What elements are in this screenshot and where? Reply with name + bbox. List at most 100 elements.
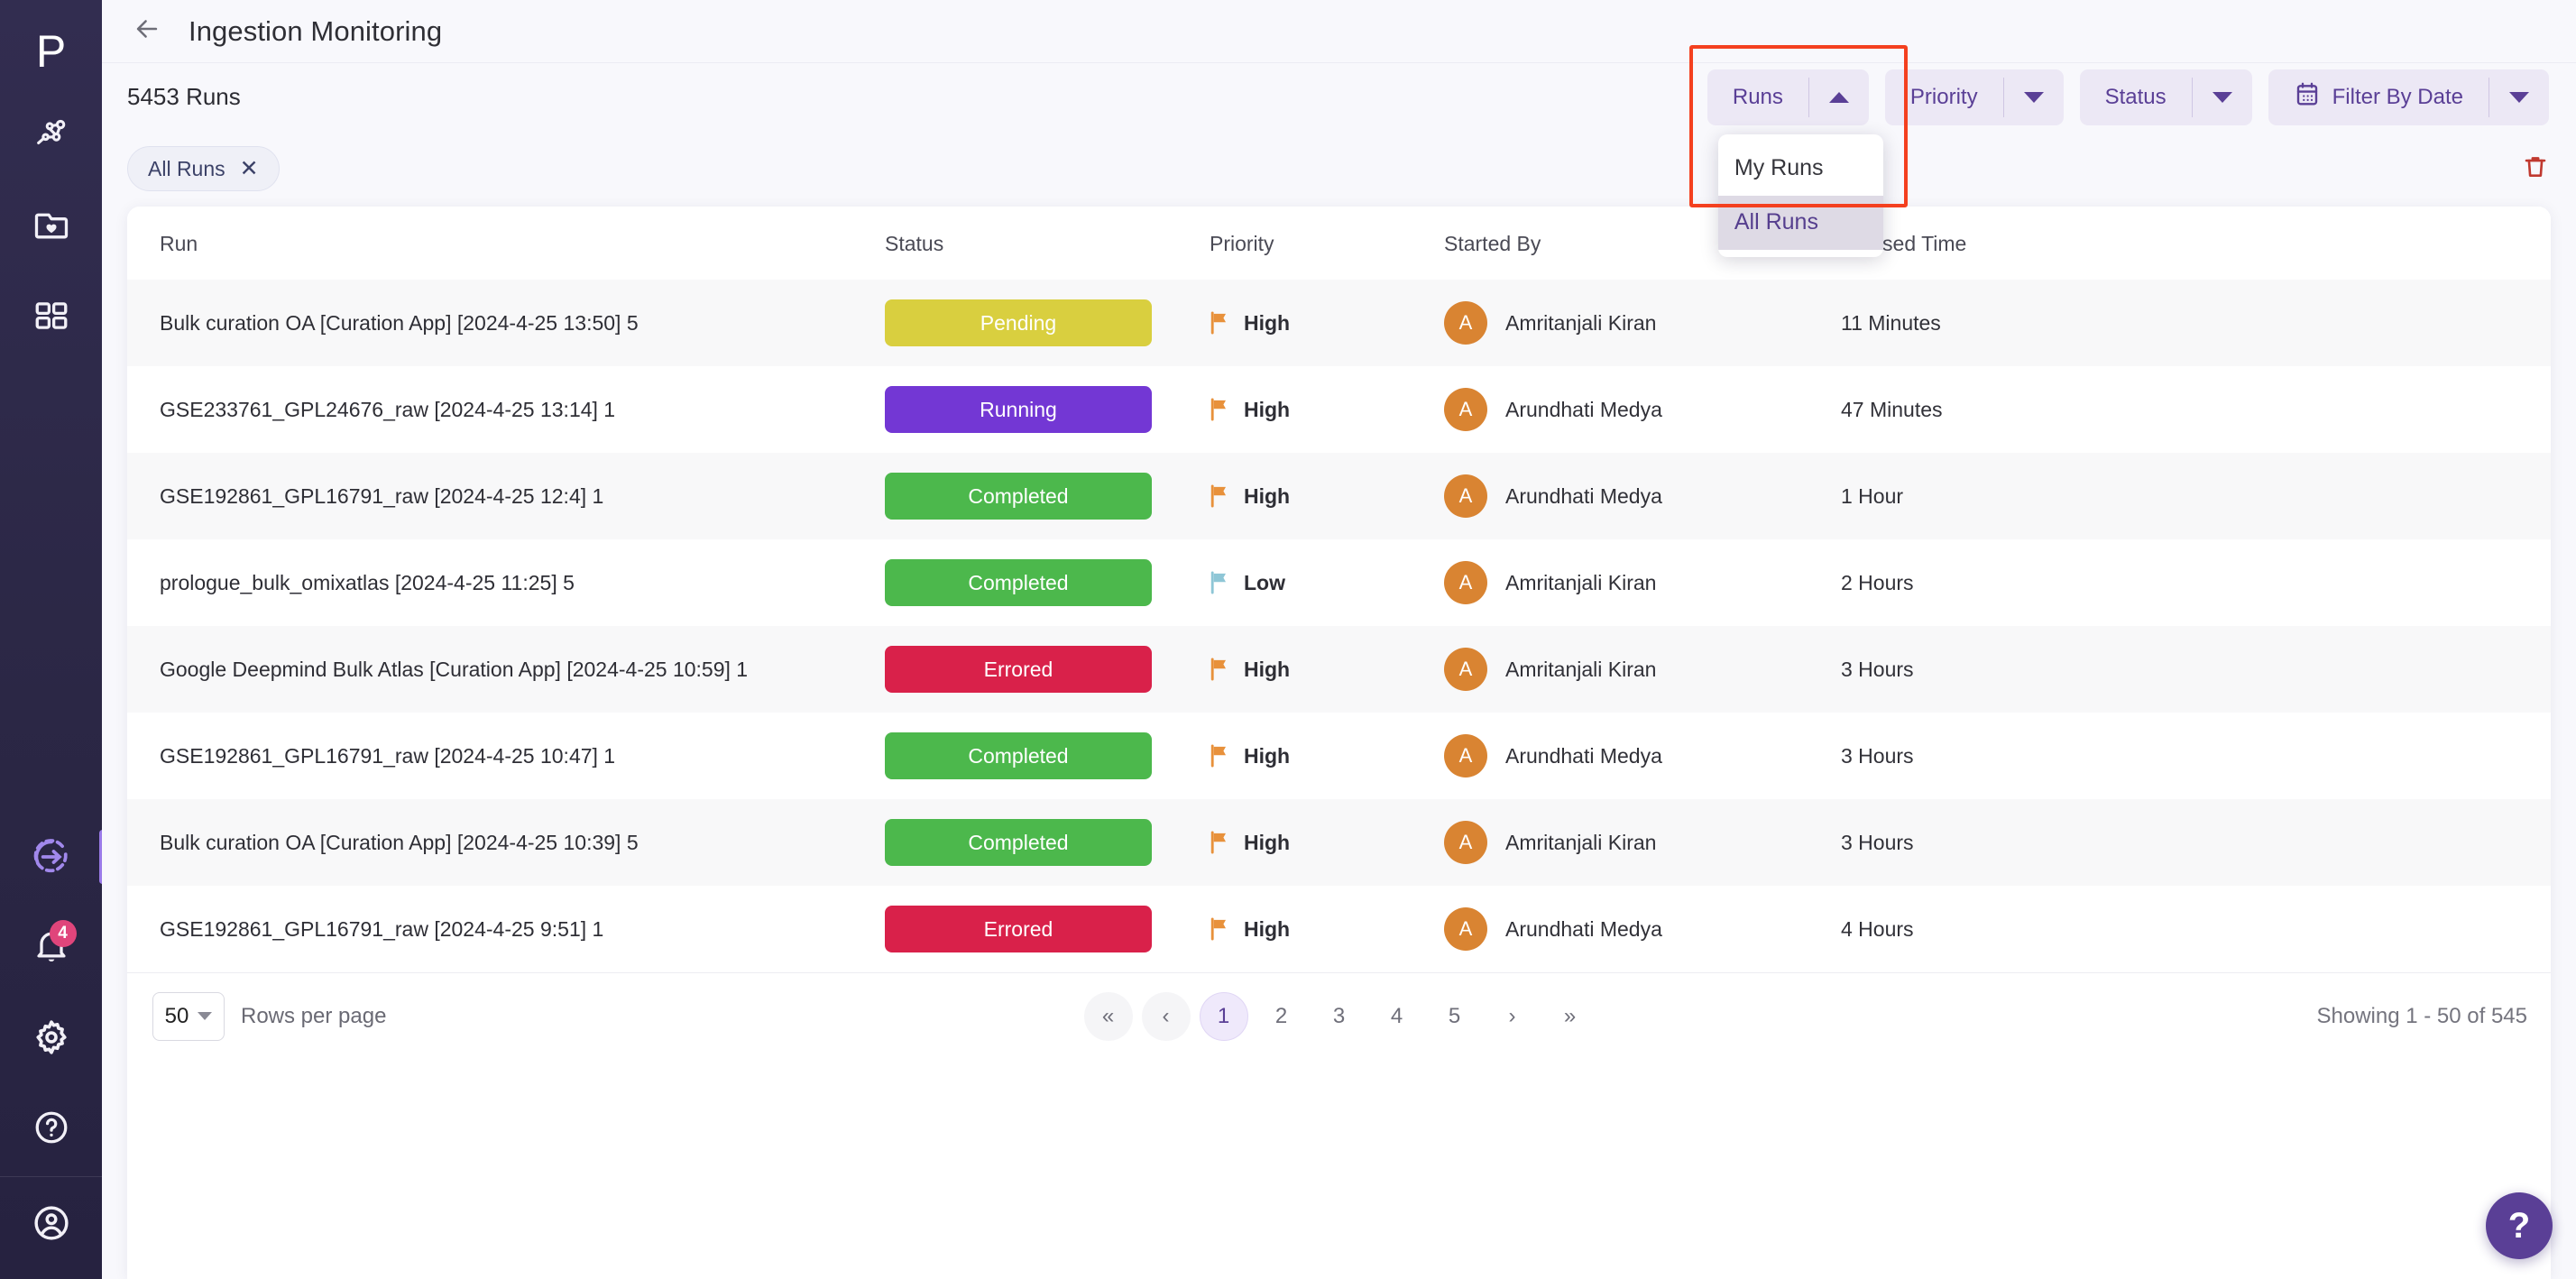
pagination-page-5[interactable]: 5 xyxy=(1431,992,1479,1041)
close-icon[interactable]: ✕ xyxy=(240,157,259,180)
date-filter-dropdown[interactable]: Filter By Date xyxy=(2268,69,2549,125)
cell-run[interactable]: GSE192861_GPL16791_raw [2024-4-25 10:47]… xyxy=(127,713,885,799)
pagination-prev-button[interactable]: ‹ xyxy=(1141,991,1191,1041)
started-by-value: A Amritanjali Kiran xyxy=(1444,301,1841,345)
cell-status: Pending xyxy=(885,280,1210,366)
cell-run[interactable]: GSE233761_GPL24676_raw [2024-4-25 13:14]… xyxy=(127,366,885,453)
pagination-page-3[interactable]: 3 xyxy=(1315,992,1364,1041)
priority-value: High xyxy=(1210,831,1444,855)
trash-icon xyxy=(2522,152,2549,186)
priority-label: Low xyxy=(1244,570,1285,594)
started-by-value: A Arundhati Medya xyxy=(1444,734,1841,778)
status-badge: Pending xyxy=(885,299,1152,346)
sidebar-item-account[interactable] xyxy=(0,1177,102,1279)
priority-label: High xyxy=(1244,830,1291,854)
priority-filter-label: Priority xyxy=(1909,84,1978,109)
column-header-elapsed-time[interactable]: Elapsed Time xyxy=(1841,207,2551,280)
status-filter-dropdown[interactable]: Status xyxy=(2079,69,2252,125)
priority-filter-caret[interactable] xyxy=(2004,69,2064,125)
menu-item-my-runs[interactable]: My Runs xyxy=(1718,142,1883,196)
runs-dropdown-menu: My Runs All Runs xyxy=(1717,133,1883,257)
table-row[interactable]: Bulk curation OA [Curation App] [2024-4-… xyxy=(127,280,2551,366)
cell-run[interactable]: GSE192861_GPL16791_raw [2024-4-25 12:4] … xyxy=(127,453,885,539)
sidebar-item-runs[interactable] xyxy=(26,830,106,884)
sidebar-item-apps[interactable] xyxy=(26,290,77,341)
column-header-status[interactable]: Status xyxy=(885,207,1210,280)
menu-item-all-runs[interactable]: All Runs xyxy=(1717,195,1883,250)
grid-apps-icon xyxy=(32,297,70,335)
table-body: Bulk curation OA [Curation App] [2024-4-… xyxy=(127,280,2551,972)
date-filter-label: Filter By Date xyxy=(2332,84,2463,109)
table-row[interactable]: Google Deepmind Bulk Atlas [Curation App… xyxy=(127,626,2551,713)
clear-filters-button[interactable] xyxy=(2522,152,2549,186)
table-row[interactable]: GSE192861_GPL16791_raw [2024-4-25 10:47]… xyxy=(127,713,2551,799)
table-row[interactable]: GSE233761_GPL24676_raw [2024-4-25 13:14]… xyxy=(127,366,2551,453)
cell-elapsed-time: 3 Hours xyxy=(1841,657,1914,681)
table-row[interactable]: Bulk curation OA [Curation App] [2024-4-… xyxy=(127,799,2551,886)
cell-started-by: A Amritanjali Kiran xyxy=(1444,626,1841,713)
pagination-last-button[interactable]: » xyxy=(1546,992,1595,1041)
cell-priority: High xyxy=(1210,886,1444,972)
cell-run[interactable]: Bulk curation OA [Curation App] [2024-4-… xyxy=(127,280,885,366)
runs-count-label: 5453 Runs xyxy=(127,83,241,110)
status-badge: Completed xyxy=(885,732,1152,779)
priority-filter-dropdown[interactable]: Priority xyxy=(1884,69,2064,125)
sidebar-item-network[interactable] xyxy=(26,110,77,161)
avatar: A xyxy=(1444,474,1487,518)
avatar: A xyxy=(1444,301,1487,345)
cell-elapsed-time: 4 Hours xyxy=(1841,916,1914,941)
cell-elapsed-time: 47 Minutes xyxy=(1841,397,1943,421)
cell-status: Completed xyxy=(885,713,1210,799)
chevron-up-icon xyxy=(1828,91,1849,103)
pagination-first-button[interactable]: « xyxy=(1083,991,1133,1041)
rows-per-page-select[interactable]: 50 xyxy=(152,991,225,1041)
arrow-left-icon xyxy=(132,14,162,49)
table-row[interactable]: prologue_bulk_omixatlas [2024-4-25 11:25… xyxy=(127,539,2551,626)
cell-started-by: A Arundhati Medya xyxy=(1444,713,1841,799)
started-by-name: Amritanjali Kiran xyxy=(1505,310,1657,335)
flag-icon xyxy=(1210,311,1229,335)
table-row[interactable]: GSE192861_GPL16791_raw [2024-4-25 9:51] … xyxy=(127,886,2551,972)
cell-run[interactable]: GSE192861_GPL16791_raw [2024-4-25 9:51] … xyxy=(127,886,885,972)
cell-elapsed-time: 11 Minutes xyxy=(1841,310,1941,335)
cell-run[interactable]: prologue_bulk_omixatlas [2024-4-25 11:25… xyxy=(127,539,885,626)
chevron-down-icon xyxy=(2023,91,2044,103)
sidebar-item-help[interactable] xyxy=(26,1102,77,1153)
cell-run[interactable]: Bulk curation OA [Curation App] [2024-4-… xyxy=(127,799,885,886)
status-badge: Errored xyxy=(885,906,1152,952)
status-badge: Running xyxy=(885,386,1152,433)
cell-status: Running xyxy=(885,366,1210,453)
filter-chip-all-runs[interactable]: All Runs ✕ xyxy=(127,146,280,191)
status-badge: Errored xyxy=(885,646,1152,693)
app-logo[interactable]: P xyxy=(20,20,83,83)
runs-filter-caret[interactable] xyxy=(1809,69,1869,125)
column-header-run[interactable]: Run xyxy=(127,207,885,280)
started-by-value: A Amritanjali Kiran xyxy=(1444,821,1841,864)
cell-run[interactable]: Google Deepmind Bulk Atlas [Curation App… xyxy=(127,626,885,713)
back-button[interactable] xyxy=(129,14,165,50)
runs-filter-dropdown[interactable]: Runs xyxy=(1707,69,1869,125)
sidebar-item-saved[interactable] xyxy=(26,200,77,251)
pagination-page-1[interactable]: 1 xyxy=(1199,991,1248,1041)
help-fab-button[interactable]: ? xyxy=(2486,1192,2553,1259)
table-row[interactable]: GSE192861_GPL16791_raw [2024-4-25 12:4] … xyxy=(127,453,2551,539)
priority-label: High xyxy=(1244,657,1291,681)
pagination-next-button[interactable]: › xyxy=(1488,992,1537,1041)
pagination-page-2[interactable]: 2 xyxy=(1257,992,1306,1041)
sidebar-item-settings[interactable] xyxy=(26,1012,77,1063)
filter-bar: 5453 Runs Runs My Runs All Runs Priority… xyxy=(102,44,2576,257)
cell-started-by: A Amritanjali Kiran xyxy=(1444,799,1841,886)
cell-status: Completed xyxy=(885,799,1210,886)
sidebar-item-notifications[interactable]: 4 xyxy=(26,920,77,972)
column-header-priority[interactable]: Priority xyxy=(1210,207,1444,280)
date-filter-caret[interactable] xyxy=(2489,69,2549,125)
network-icon xyxy=(32,115,71,155)
status-filter-caret[interactable] xyxy=(2193,69,2252,125)
runs-table-card: Run Status Priority Started By Elapsed T… xyxy=(127,207,2551,1279)
started-by-name: Amritanjali Kiran xyxy=(1505,657,1657,681)
started-by-name: Arundhati Medya xyxy=(1505,916,1662,941)
chevron-down-icon xyxy=(198,1012,213,1020)
priority-label: High xyxy=(1244,743,1291,768)
pagination-page-4[interactable]: 4 xyxy=(1373,992,1421,1041)
table-head: Run Status Priority Started By Elapsed T… xyxy=(127,207,2551,280)
